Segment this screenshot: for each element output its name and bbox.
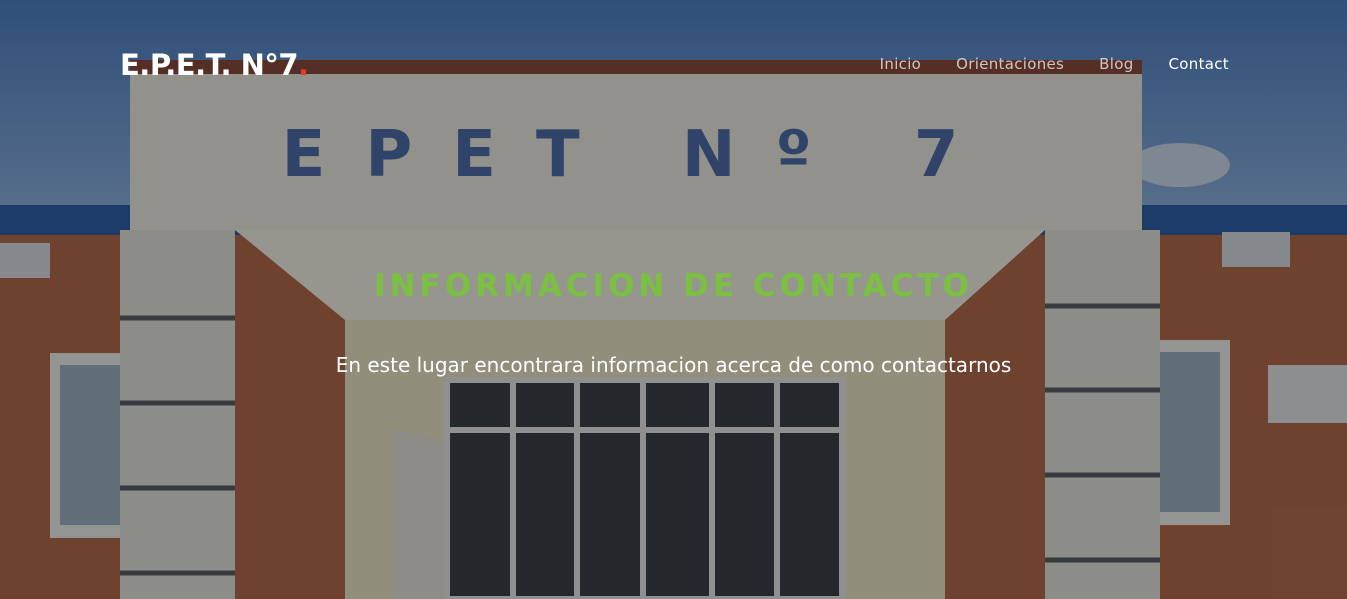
nav-link-orientaciones[interactable]: Orientaciones (956, 55, 1064, 73)
nav-item-blog: Blog (1099, 54, 1133, 73)
nav-item-inicio: Inicio (880, 54, 922, 73)
nav-menu: Inicio Orientaciones Blog Contact (845, 54, 1229, 73)
page-title: INFORMACION DE CONTACTO (374, 268, 973, 304)
navbar: E.P.E.T. N°7. Inicio Orientaciones Blog … (0, 44, 1347, 84)
brand-dot: . (298, 48, 309, 82)
nav-link-contact[interactable]: Contact (1169, 55, 1229, 73)
page-subtitle: En este lugar encontrara informacion ace… (335, 353, 1012, 377)
nav-item-orientaciones: Orientaciones (956, 54, 1064, 73)
nav-item-contact: Contact (1169, 54, 1229, 73)
nav-link-blog[interactable]: Blog (1099, 55, 1133, 73)
brand-logo-link[interactable]: E.P.E.T. N°7. (120, 48, 309, 82)
hero-section: EPET Nº 7 E.P.E.T. N°7. Inicio Orientaci… (0, 0, 1347, 599)
nav-link-inicio[interactable]: Inicio (880, 55, 922, 73)
brand-name: E.P.E.T. N°7 (120, 48, 299, 82)
